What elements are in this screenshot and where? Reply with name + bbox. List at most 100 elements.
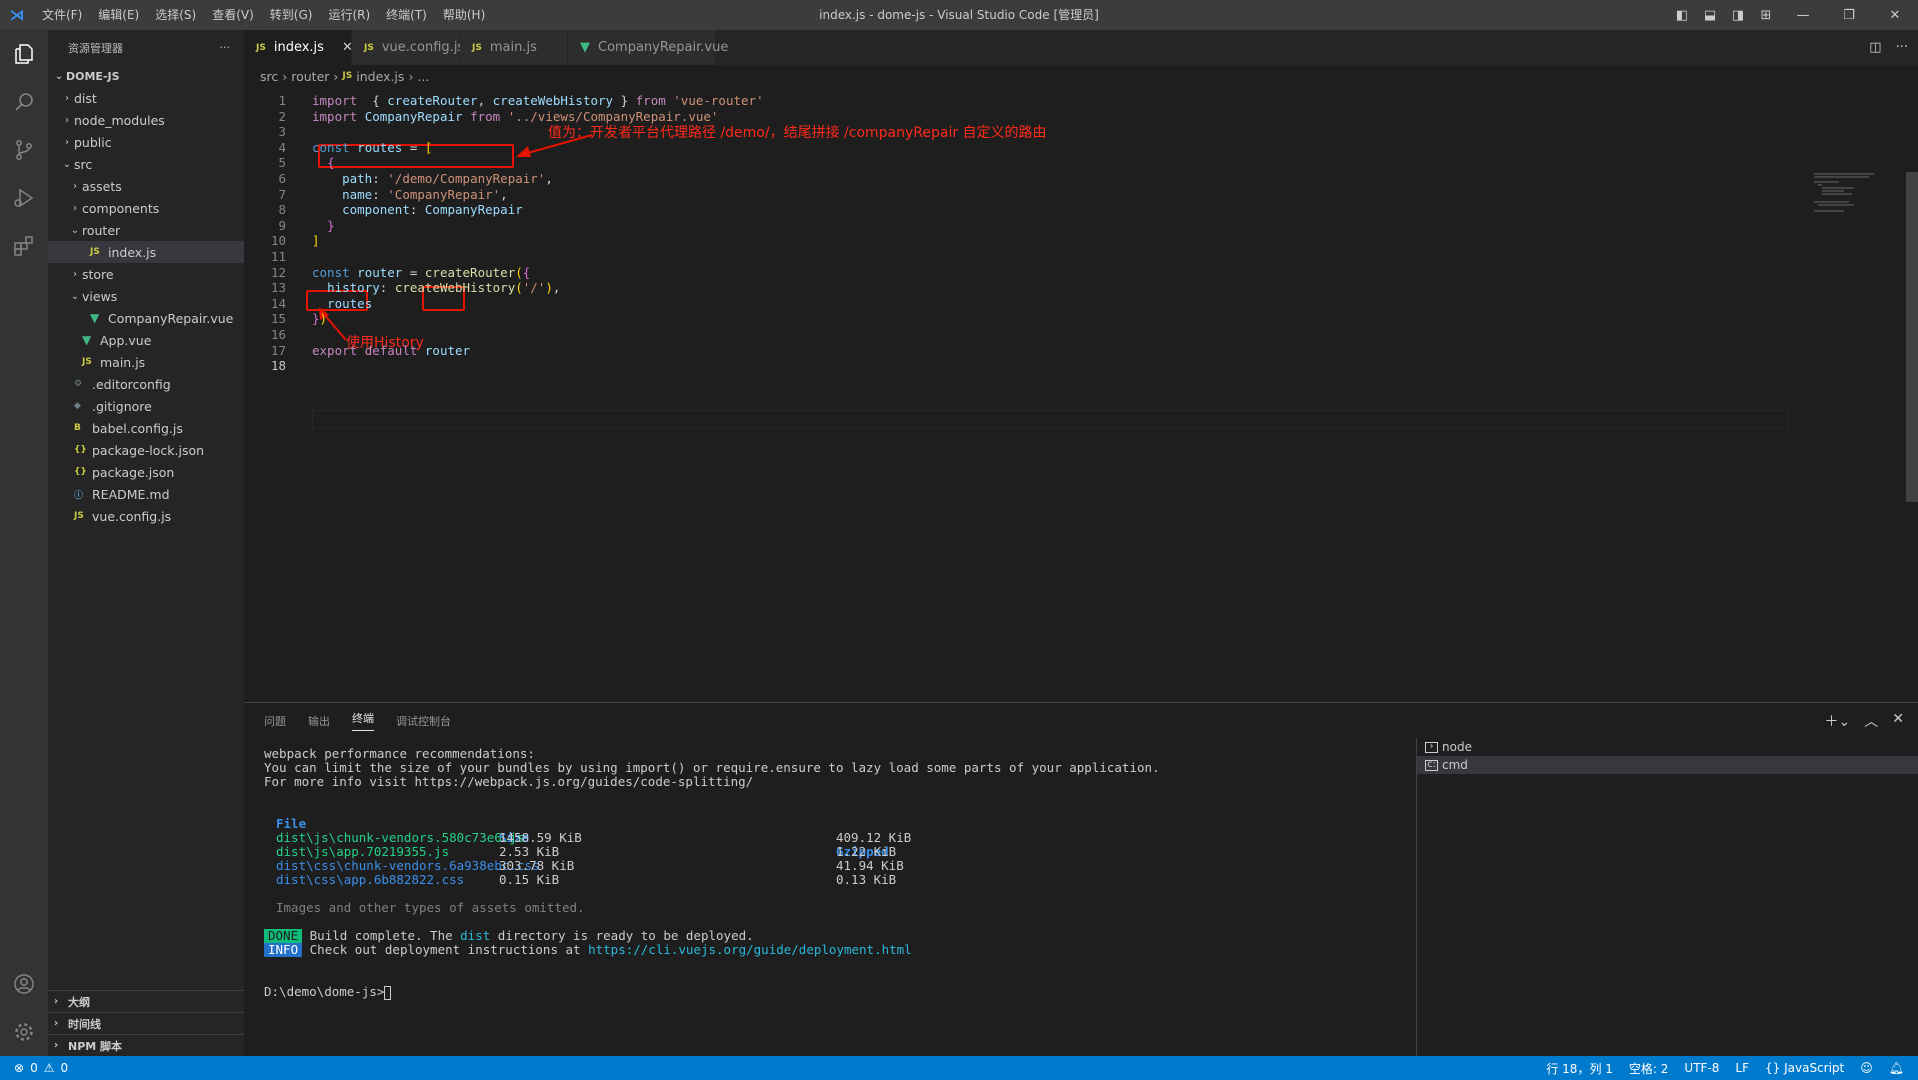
- more-actions-icon[interactable]: ···: [220, 41, 231, 54]
- code-token: }: [327, 217, 335, 233]
- tree-item[interactable]: ⌄ src: [48, 153, 244, 175]
- editor-tab[interactable]: JS index.js ✕: [244, 30, 353, 65]
- panel-tab[interactable]: 终端: [352, 710, 374, 731]
- indentation[interactable]: 空格: 2: [1629, 1060, 1669, 1077]
- encoding[interactable]: UTF-8: [1684, 1061, 1719, 1075]
- tree-item-label: router: [82, 222, 121, 238]
- language-mode[interactable]: {} JavaScript: [1765, 1061, 1844, 1075]
- terminal-list-item[interactable]: › node: [1417, 738, 1918, 756]
- warning-count: 0: [60, 1061, 69, 1075]
- editor-scrollbar[interactable]: [1906, 172, 1918, 502]
- asset-file: dist\js\app.70219355.js: [276, 844, 450, 859]
- tree-item[interactable]: ⌄ router: [48, 219, 244, 241]
- menu-item[interactable]: 文件(F): [34, 0, 90, 30]
- extensions-icon[interactable]: [0, 222, 48, 270]
- panel-tab[interactable]: 输出: [308, 713, 330, 729]
- breadcrumb-item[interactable]: ...: [417, 69, 429, 84]
- menu-item[interactable]: 转到(G): [262, 0, 321, 30]
- sidebar-section-2[interactable]: › NPM 脚本: [48, 1034, 244, 1056]
- tree-item[interactable]: JS main.js: [48, 351, 244, 373]
- tree-item[interactable]: ⚙ .editorconfig: [48, 373, 244, 395]
- explorer-icon[interactable]: [0, 30, 48, 78]
- tree-item[interactable]: ⌄ views: [48, 285, 244, 307]
- tree-item[interactable]: Bbabel.config.js: [48, 417, 244, 439]
- tree-item[interactable]: › store: [48, 263, 244, 285]
- terminal-output[interactable]: webpack performance recommendations: You…: [264, 747, 1409, 1000]
- sidebar-section-1[interactable]: › 时间线: [48, 1012, 244, 1034]
- vue-file-icon: ▼: [82, 333, 92, 347]
- terminal-prompt: D:\demo\dome-js>: [264, 984, 385, 999]
- more-actions-icon[interactable]: ···: [1896, 40, 1908, 55]
- tree-item-label: vue.config.js: [92, 508, 172, 524]
- tree-item[interactable]: {} package-lock.json: [48, 439, 244, 461]
- menu-item[interactable]: 编辑(E): [90, 0, 147, 30]
- tree-item[interactable]: › dist: [48, 87, 244, 109]
- menu-item[interactable]: 终端(T): [378, 0, 435, 30]
- language-label: JavaScript: [1784, 1061, 1845, 1075]
- end-of-line[interactable]: LF: [1735, 1061, 1749, 1075]
- code-token: =: [402, 139, 425, 155]
- vue-file-icon: ▼: [90, 311, 100, 325]
- editor-tab[interactable]: JS vue.config.js: [352, 30, 464, 65]
- menu-item[interactable]: 帮助(H): [435, 0, 493, 30]
- notifications-bell-icon[interactable]: 🔔︎: [1889, 1061, 1904, 1075]
- tree-item[interactable]: › public: [48, 131, 244, 153]
- panel-tab[interactable]: 调试控制台: [396, 713, 451, 729]
- code-token: [: [424, 139, 433, 155]
- customize-layout-icon[interactable]: ⊞: [1752, 8, 1780, 23]
- run-debug-icon[interactable]: [0, 174, 48, 222]
- breadcrumb-item[interactable]: index.js: [356, 69, 404, 84]
- tree-item[interactable]: › components: [48, 197, 244, 219]
- split-editor-icon[interactable]: ◫: [1869, 40, 1881, 55]
- source-control-icon[interactable]: [0, 126, 48, 174]
- restore-button[interactable]: ❐: [1826, 8, 1872, 23]
- tree-item[interactable]: JS vue.config.js: [48, 505, 244, 527]
- new-terminal-icon[interactable]: ＋⌄: [1825, 711, 1851, 731]
- section-label: NPM 脚本: [68, 1039, 123, 1053]
- maximize-panel-icon[interactable]: ︿: [1864, 711, 1878, 731]
- toggle-panel-icon[interactable]: ⬓: [1696, 8, 1724, 23]
- code-editor[interactable]: 值为：开发者平台代理路径 /demo/，结尾拼接 /companyRepair …: [244, 87, 1918, 687]
- tree-item[interactable]: ◆ .gitignore: [48, 395, 244, 417]
- section-label: 大纲: [68, 995, 90, 1009]
- minimize-button[interactable]: —: [1780, 8, 1826, 23]
- minimap[interactable]: [1814, 172, 1904, 212]
- tree-item[interactable]: › assets: [48, 175, 244, 197]
- close-window-button[interactable]: ✕: [1872, 8, 1918, 23]
- manage-gear-icon[interactable]: [0, 1008, 48, 1056]
- chevron-right-icon: ›: [65, 92, 69, 104]
- tree-item[interactable]: JS index.js: [48, 241, 244, 263]
- sidebar-section-0[interactable]: › 大纲: [48, 990, 244, 1012]
- cursor-position[interactable]: 行 18，列 1: [1546, 1060, 1613, 1077]
- accounts-icon[interactable]: [0, 960, 48, 1008]
- tree-item[interactable]: ▼ App.vue: [48, 329, 244, 351]
- workspace-root[interactable]: ⌄ DOME-JS: [48, 65, 244, 87]
- editor-tab[interactable]: ▼ CompanyRepair.vue: [568, 30, 728, 65]
- panel-tab[interactable]: 问题: [264, 713, 286, 729]
- search-icon[interactable]: [0, 78, 48, 126]
- toggle-sidebar-icon[interactable]: ◧: [1668, 8, 1696, 23]
- asset-table-header: File Size Gzipped: [264, 803, 1409, 859]
- menu-item[interactable]: 查看(V): [204, 0, 262, 30]
- toggle-secondary-sidebar-icon[interactable]: ◨: [1724, 8, 1752, 23]
- terminal-list: › node c: cmd: [1416, 738, 1918, 1057]
- tree-item[interactable]: {} package.json: [48, 461, 244, 483]
- deployment-link[interactable]: https://cli.vuejs.org/guide/deployment.h…: [588, 942, 912, 957]
- js-file-icon: JS: [74, 511, 84, 521]
- breadcrumb-item[interactable]: router: [291, 69, 329, 84]
- menu-item[interactable]: 运行(R): [320, 0, 378, 30]
- feedback-icon[interactable]: ☺: [1860, 1061, 1873, 1075]
- tree-item[interactable]: ⓘ README.md: [48, 483, 244, 505]
- problems-status[interactable]: ⊗ 0 ⚠ 0: [0, 1061, 68, 1075]
- terminal-list-item[interactable]: c: cmd: [1417, 756, 1918, 774]
- close-panel-icon[interactable]: ✕: [1892, 711, 1904, 731]
- breadcrumb-item[interactable]: src: [260, 69, 278, 84]
- tree-item[interactable]: ▼ CompanyRepair.vue: [48, 307, 244, 329]
- chevron-down-icon: ⌄: [62, 158, 72, 170]
- asset-row: dist\js\chunk-vendors.580c73e6.js 1458.59…: [264, 831, 1409, 845]
- menu-item[interactable]: 选择(S): [147, 0, 204, 30]
- tree-item-label: node_modules: [74, 112, 165, 128]
- tree-item[interactable]: › node_modules: [48, 109, 244, 131]
- code-line: ]: [312, 231, 320, 250]
- editor-tab[interactable]: JS main.js: [460, 30, 568, 65]
